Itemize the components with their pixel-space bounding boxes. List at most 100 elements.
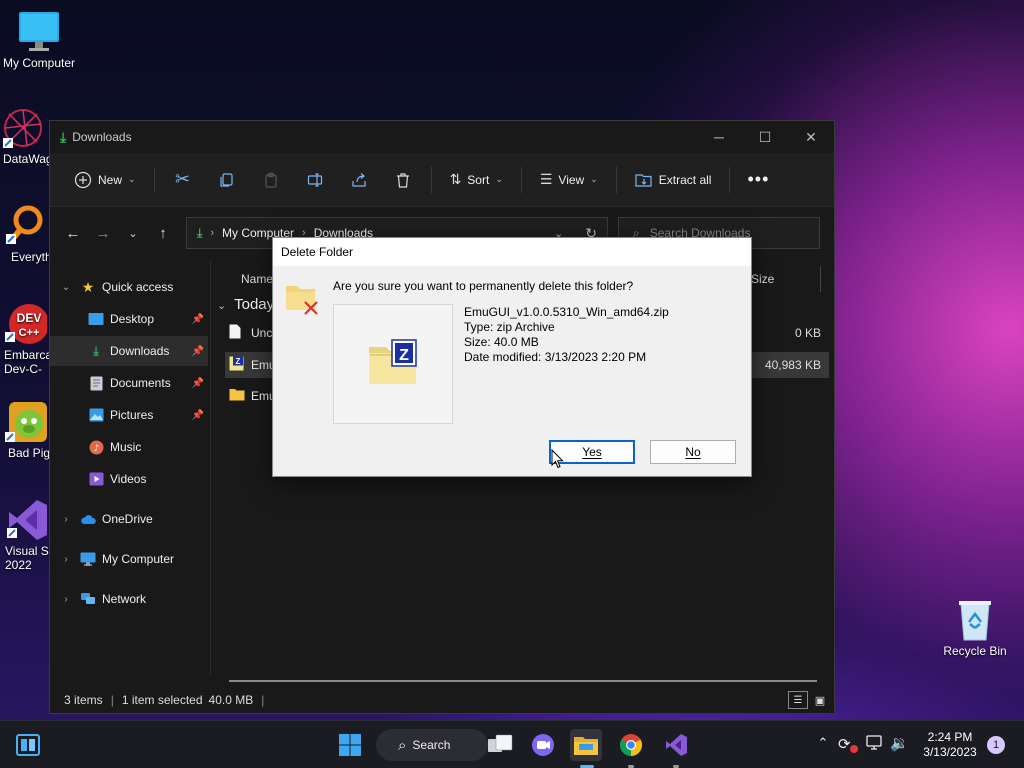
close-button[interactable]: ✕ [788, 121, 834, 153]
file-explorer-taskbar-button[interactable] [570, 729, 602, 761]
network-status-icon[interactable] [866, 733, 884, 754]
column-size-label: Size [751, 272, 775, 286]
command-bar: New ⌄ ✂ ⇅ Sort ⌄ ☰ View ⌄ Extract all ••… [50, 153, 834, 207]
copy-button[interactable] [211, 164, 243, 196]
nav-item-videos[interactable]: Videos [50, 464, 208, 494]
nav-item-documents[interactable]: Documents 📌 [50, 368, 208, 398]
desktop-icon-my-computer[interactable]: My Computer [0, 10, 79, 70]
nav-my-computer-label: My Computer [102, 552, 175, 566]
more-options-button[interactable]: ••• [742, 164, 774, 196]
no-label: No [685, 445, 701, 459]
new-button[interactable]: New ⌄ [62, 164, 148, 196]
taskbar: ⌕ Search ⌃ ⟳ 🔉 2:24 PM 3/13/2023 1 [0, 720, 1024, 768]
nav-onedrive[interactable]: › OneDrive [50, 504, 208, 534]
clock-date: 3/13/2023 [923, 745, 977, 759]
document-icon [88, 375, 104, 391]
task-view-button[interactable] [484, 729, 516, 761]
horizontal-scrollbar[interactable] [229, 680, 817, 682]
nav-quick-access[interactable]: ⌄ ★ Quick access [50, 272, 208, 302]
nav-item-downloads[interactable]: ⤓ Downloads 📌 [50, 336, 208, 366]
picture-icon [88, 407, 104, 423]
breadcrumb-separator-icon: › [210, 227, 214, 239]
details-view-button[interactable]: ☰ [788, 691, 808, 709]
extract-all-label: Extract all [658, 172, 712, 187]
share-button[interactable] [343, 164, 375, 196]
group-today-label: Today [234, 296, 275, 313]
copy-icon [219, 172, 233, 187]
teams-chat-button[interactable] [527, 729, 559, 761]
desktop-icon-devcpp[interactable]: DEV C++ Embarca Dev-C- [0, 302, 56, 376]
paste-button[interactable] [255, 164, 287, 196]
recent-locations-button[interactable]: ⌄ [118, 218, 148, 248]
nav-item-music[interactable]: ♪ Music [50, 432, 208, 462]
minimize-button[interactable]: ─ [696, 121, 742, 153]
star-icon: ★ [81, 278, 95, 295]
navigation-pane: ⌄ ★ Quick access Desktop 📌 ⤓ Downloads 📌… [50, 260, 210, 675]
nav-network[interactable]: › Network [50, 584, 208, 614]
blank-file-icon [229, 324, 245, 342]
task-view-icon [488, 734, 513, 752]
svg-text:Z: Z [399, 347, 409, 364]
chevron-down-icon: ⌄ [128, 227, 138, 240]
column-header-size[interactable]: Size [751, 266, 821, 292]
tiles-view-button[interactable]: ▣ [810, 691, 830, 709]
widgets-button[interactable] [12, 729, 44, 761]
dialog-titlebar[interactable]: Delete Folder [273, 238, 751, 266]
chevron-right-icon[interactable]: › [58, 554, 74, 565]
nav-item-pictures[interactable]: Pictures 📌 [50, 400, 208, 430]
up-button[interactable]: ↑ [148, 218, 178, 248]
file-info: EmuGUI_v1.0.0.5310_Win_amd64.zip Type: z… [464, 305, 669, 365]
no-button[interactable]: No [650, 440, 736, 464]
chevron-right-icon[interactable]: › [58, 594, 74, 605]
desktop-icon-everything[interactable]: Everyth [0, 204, 54, 264]
taskbar-search-label: Search [412, 738, 451, 752]
pin-icon: 📌 [191, 409, 204, 421]
chrome-button[interactable] [615, 729, 647, 761]
desktop-icon-datawag[interactable]: DataWag [0, 106, 54, 166]
window-title: Downloads [72, 130, 132, 144]
clock[interactable]: 2:24 PM 3/13/2023 [918, 730, 982, 760]
forward-button[interactable]: → [88, 218, 118, 248]
nav-my-computer[interactable]: › My Computer [50, 544, 208, 574]
maximize-button[interactable]: ☐ [742, 121, 788, 153]
scissors-icon: ✂ [175, 169, 191, 189]
visual-studio-taskbar-button[interactable] [660, 729, 692, 761]
chevron-down-icon: ⌄ [495, 174, 503, 184]
taskbar-search-button[interactable]: ⌕ Search [376, 729, 488, 761]
explorer-titlebar[interactable]: ⤓ Downloads ─ ☐ ✕ [50, 121, 834, 153]
volume-icon[interactable]: 🔉 [890, 734, 909, 752]
notification-badge[interactable]: 1 [987, 736, 1005, 754]
toolbar-divider [615, 166, 617, 193]
sort-button[interactable]: ⇅ Sort ⌄ [438, 164, 515, 196]
desktop-icon-label: Everyth [11, 250, 52, 264]
desktop-icon-bad-piggies[interactable]: Bad Pig [0, 400, 56, 460]
arrow-up-icon: ↑ [159, 224, 167, 242]
desktop-icon-label: Recycle Bin [943, 644, 1007, 658]
status-divider: | [261, 693, 265, 707]
start-button[interactable] [334, 729, 366, 761]
column-name-label: Name [241, 272, 274, 286]
chevron-down-icon[interactable]: ⌄ [58, 282, 74, 293]
back-button[interactable]: ← [58, 218, 88, 248]
extract-all-button[interactable]: Extract all [623, 164, 724, 196]
show-hidden-icons-button[interactable]: ⌃ [814, 735, 832, 755]
arrow-right-icon: → [95, 224, 111, 242]
cut-button[interactable]: ✂ [167, 164, 199, 196]
ellipsis-icon: ••• [747, 169, 770, 189]
rename-icon [307, 172, 322, 187]
toolbar-divider [520, 166, 522, 193]
delete-button[interactable] [387, 164, 419, 196]
desktop-icon-recycle-bin[interactable]: Recycle Bin [935, 598, 1015, 658]
group-header-today[interactable]: ⌄ Today [217, 292, 274, 318]
network-icon [80, 591, 96, 607]
rename-button[interactable] [299, 164, 331, 196]
view-button[interactable]: ☰ View ⌄ [528, 164, 610, 196]
sort-arrows-icon: ⇅ [449, 171, 462, 187]
chevron-right-icon[interactable]: › [58, 514, 74, 525]
nav-item-label: Documents [110, 376, 171, 390]
nav-onedrive-label: OneDrive [102, 512, 153, 526]
nav-item-desktop[interactable]: Desktop 📌 [50, 304, 208, 334]
file-info-type: Type: zip Archive [464, 320, 555, 334]
music-icon: ♪ [88, 439, 104, 455]
svg-text:Z: Z [236, 357, 241, 366]
